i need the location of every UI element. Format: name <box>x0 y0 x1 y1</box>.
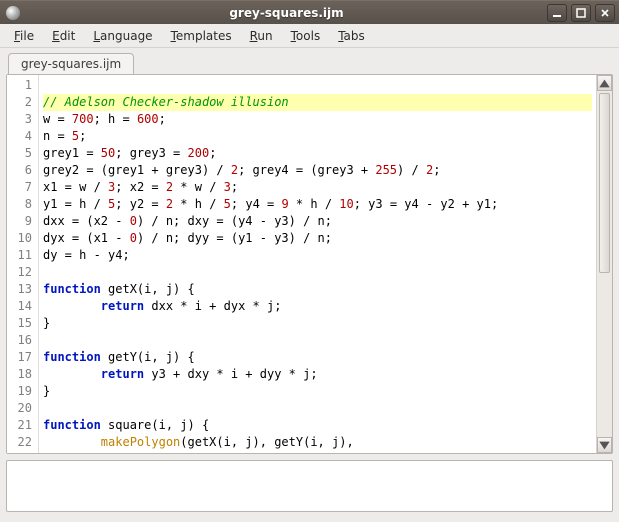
line-number: 4 <box>9 128 32 145</box>
tab-grey-squares[interactable]: grey-squares.ijm <box>8 53 134 75</box>
window-titlebar: grey-squares.ijm <box>0 0 619 24</box>
line-number: 11 <box>9 247 32 264</box>
menu-tabs[interactable]: Tabs <box>330 27 373 45</box>
line-number: 17 <box>9 349 32 366</box>
scrollbar-thumb[interactable] <box>599 93 610 273</box>
line-number: 12 <box>9 264 32 281</box>
chevron-up-icon <box>598 77 611 90</box>
line-number: 8 <box>9 196 32 213</box>
app-icon <box>6 6 20 20</box>
line-number: 13 <box>9 281 32 298</box>
code-area[interactable]: // Adelson Checker-shadow illusion w = 7… <box>39 75 596 453</box>
menu-edit[interactable]: Edit <box>44 27 83 45</box>
editor-pane: 1 2 3 4 5 6 7 8 9 10 11 12 13 14 15 16 1… <box>6 74 613 454</box>
line-number-gutter: 1 2 3 4 5 6 7 8 9 10 11 12 13 14 15 16 1… <box>7 75 39 453</box>
menu-language[interactable]: Language <box>85 27 160 45</box>
vertical-scrollbar[interactable] <box>596 75 612 453</box>
maximize-button[interactable] <box>571 4 591 22</box>
line-number: 14 <box>9 298 32 315</box>
window-title: grey-squares.ijm <box>26 6 547 20</box>
line-number: 9 <box>9 213 32 230</box>
line-number: 19 <box>9 383 32 400</box>
menu-file[interactable]: File <box>6 27 42 45</box>
line-number: 18 <box>9 366 32 383</box>
scroll-down-button[interactable] <box>597 437 612 453</box>
line-number: 21 <box>9 417 32 434</box>
line-number: 16 <box>9 332 32 349</box>
line-number: 1 <box>9 77 32 94</box>
line-number: 5 <box>9 145 32 162</box>
line-number: 6 <box>9 162 32 179</box>
line-number: 10 <box>9 230 32 247</box>
tab-strip: grey-squares.ijm <box>0 48 619 74</box>
line-number: 2 <box>9 94 32 111</box>
scroll-up-button[interactable] <box>597 75 612 91</box>
line-number: 15 <box>9 315 32 332</box>
menu-run[interactable]: Run <box>242 27 281 45</box>
line-number: 3 <box>9 111 32 128</box>
menu-tools[interactable]: Tools <box>283 27 329 45</box>
line-number: 20 <box>9 400 32 417</box>
menubar: File Edit Language Templates Run Tools T… <box>0 24 619 48</box>
output-pane[interactable] <box>6 460 613 512</box>
menu-templates[interactable]: Templates <box>163 27 240 45</box>
line-number: 7 <box>9 179 32 196</box>
line-number: 22 <box>9 434 32 451</box>
chevron-down-icon <box>598 439 611 452</box>
minimize-button[interactable] <box>547 4 567 22</box>
close-button[interactable] <box>595 4 615 22</box>
